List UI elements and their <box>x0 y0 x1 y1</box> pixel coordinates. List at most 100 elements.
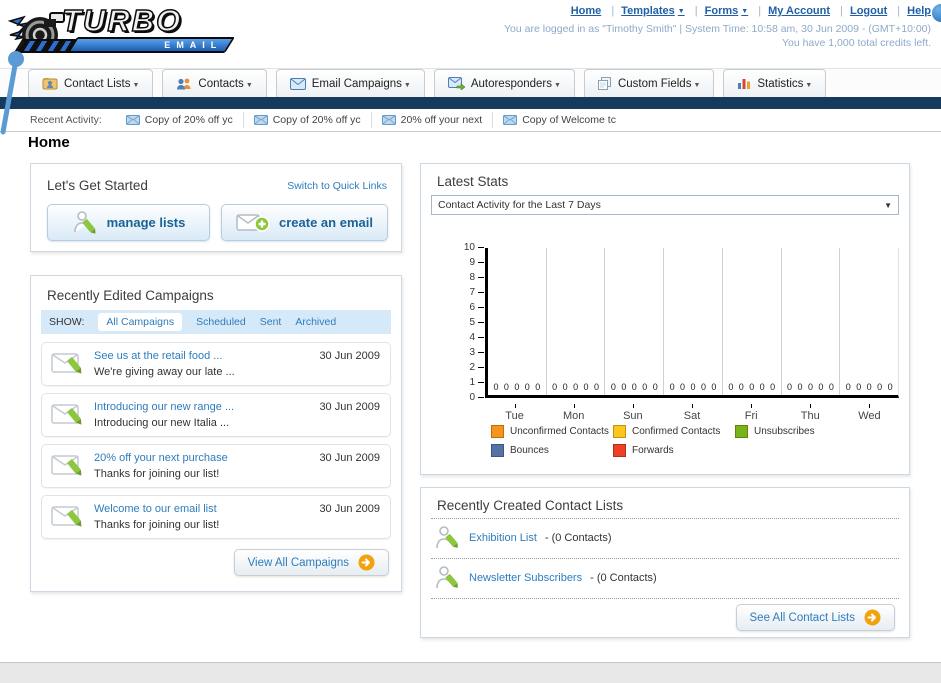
campaign-title-link[interactable]: Introducing our new range ... <box>94 401 234 413</box>
chart-value-label: 0 <box>642 382 648 392</box>
campaign-date: 30 Jun 2009 <box>319 350 380 362</box>
envelope-icon <box>253 115 268 125</box>
campaign-title-link[interactable]: Welcome to our email list <box>94 503 217 515</box>
pin-decoration <box>0 51 24 135</box>
tab-contact-lists[interactable]: Contact Lists <box>28 69 154 97</box>
logo-subtitle: EMAIL <box>164 40 223 50</box>
see-all-contact-lists-button[interactable]: See All Contact Lists <box>735 604 895 631</box>
chart-value-label: 0 <box>738 382 744 392</box>
chart-plot-groups: 00000000000000000000000000000000000 <box>485 248 899 398</box>
main-tab-bar: Contact Lists Contacts Email Campaigns A… <box>0 68 941 97</box>
recent-activity-item[interactable]: 20% off your next <box>370 112 493 128</box>
dotted-divider <box>431 598 899 599</box>
recent-activity-item[interactable]: Copy of 20% off yc <box>242 112 371 128</box>
recent-activity-item[interactable]: Copy of 20% off yc <box>116 112 243 128</box>
chart-value-label: 0 <box>503 382 509 392</box>
chart-y-tick: 2 <box>469 362 484 373</box>
campaign-title-link[interactable]: 20% off your next purchase <box>94 452 228 464</box>
manage-lists-button[interactable]: manage lists <box>47 204 210 241</box>
contact-list-item: Newsletter Subscribers - (0 Contacts) <box>435 562 657 594</box>
pages-icon <box>597 77 611 90</box>
chart-x-label: Fri <box>722 404 781 422</box>
turbo-email-logo[interactable]: TURBO EMAIL <box>6 2 241 61</box>
bar-chart-icon <box>738 79 751 89</box>
chart-legend: Unconfirmed Contacts Confirmed Contacts Un… <box>491 425 881 463</box>
chart-value-label: 0 <box>700 382 706 392</box>
chart-x-labels: Tue Mon Sun Sat Fri Thu Wed <box>485 404 899 422</box>
tab-label: Statistics <box>757 78 812 90</box>
chart-y-axis: 0 1 2 3 4 5 6 7 8 9 10 <box>451 242 484 404</box>
tab-label: Autoresponders <box>471 78 561 90</box>
stats-period-value: Contact Activity for the Last 7 Days <box>438 199 601 211</box>
login-line2: You have 1,000 total credits left. <box>781 37 931 49</box>
nav-link-forms[interactable]: Forms <box>705 5 749 17</box>
chart-value-label: 0 <box>535 382 541 392</box>
tab-custom-fields[interactable]: Custom Fields <box>583 69 715 97</box>
login-line1: You are logged in as "Timothy Smith" | S… <box>504 23 931 35</box>
chart-value-label: 0 <box>818 382 824 392</box>
view-all-campaigns-button[interactable]: View All Campaigns <box>233 549 389 576</box>
chart-day-group: 00000 <box>782 248 841 395</box>
chart-value-label: 0 <box>877 382 883 392</box>
nav-link-home[interactable]: Home <box>571 5 602 17</box>
filter-all-campaigns[interactable]: All Campaigns <box>98 313 183 331</box>
person-pencil-icon <box>436 566 458 589</box>
legend-swatch <box>491 425 504 438</box>
chart-day-group: 00000 <box>547 248 606 395</box>
filter-archived[interactable]: Archived <box>295 316 336 328</box>
filter-sent[interactable]: Sent <box>260 316 282 328</box>
chart-value-label: 0 <box>797 382 803 392</box>
get-started-panel: Let's Get Started Switch to Quick Links … <box>30 163 402 252</box>
chart-value-label: 0 <box>749 382 755 392</box>
campaign-subtitle: Thanks for joining our list! <box>94 519 220 531</box>
filter-scheduled[interactable]: Scheduled <box>196 316 246 328</box>
chart-value-label: 0 <box>562 382 568 392</box>
tab-autoresponders[interactable]: Autoresponders <box>433 69 575 97</box>
switch-quick-links-link[interactable]: Switch to Quick Links <box>287 180 387 192</box>
chart-value-label: 0 <box>552 382 558 392</box>
orange-arrow-icon <box>864 609 881 626</box>
envelope-pencil-icon <box>51 506 82 527</box>
tab-label: Contacts <box>198 78 252 90</box>
nav-link-templates[interactable]: Templates <box>621 5 685 17</box>
nav-link-help[interactable]: Help <box>907 5 931 17</box>
legend-item: Bounces <box>491 444 613 457</box>
recent-activity-item[interactable]: Copy of Welcome tc <box>492 112 626 128</box>
envelope-pencil-icon <box>51 353 82 374</box>
nav-link-my-account[interactable]: My Account <box>768 5 830 17</box>
chart-x-label: Sat <box>662 404 721 422</box>
tab-contacts[interactable]: Contacts <box>162 69 267 97</box>
chart-y-tick: 6 <box>469 302 484 313</box>
see-all-contact-lists-label: See All Contact Lists <box>749 611 855 624</box>
contact-list-link[interactable]: Newsletter Subscribers <box>469 572 582 584</box>
nav-item-home: Home <box>571 5 602 17</box>
chart-y-tick: 8 <box>469 272 484 283</box>
create-email-button[interactable]: create an email <box>221 204 388 241</box>
campaign-filter-bar: SHOW: All Campaigns Scheduled Sent Archi… <box>41 310 391 334</box>
tab-email-campaigns[interactable]: Email Campaigns <box>275 69 425 97</box>
folder-contact-icon <box>42 78 58 90</box>
chart-value-label: 0 <box>573 382 579 392</box>
campaign-title-link[interactable]: See us at the retail food ... <box>94 350 222 362</box>
contact-list-count: - (0 Contacts) <box>590 572 657 584</box>
chart-day-group: 00000 <box>840 248 898 395</box>
recent-campaigns-title: Recently Edited Campaigns <box>47 288 214 303</box>
contact-list-link[interactable]: Exhibition List <box>469 532 537 544</box>
nav-item-logout: Logout <box>833 5 887 17</box>
nav-link-logout[interactable]: Logout <box>850 5 887 17</box>
chart-day-group: 00000 <box>723 248 782 395</box>
stats-period-select[interactable]: Contact Activity for the Last 7 Days <box>431 195 899 215</box>
chart-value-label: 0 <box>669 382 675 392</box>
get-started-title: Let's Get Started <box>47 178 148 193</box>
envelope-icon <box>381 115 396 125</box>
chart-value-label: 0 <box>828 382 834 392</box>
legend-swatch <box>491 444 504 457</box>
chart-value-label: 0 <box>652 382 658 392</box>
nav-item-templates: Templates <box>604 5 684 17</box>
campaign-row: Introducing our new range ... Introducin… <box>41 393 391 437</box>
tab-statistics[interactable]: Statistics <box>723 69 827 97</box>
chart-value-label: 0 <box>887 382 893 392</box>
chart-value-label: 0 <box>610 382 616 392</box>
envelope-arrow-icon <box>447 77 465 90</box>
help-bubble-icon[interactable] <box>932 4 941 22</box>
